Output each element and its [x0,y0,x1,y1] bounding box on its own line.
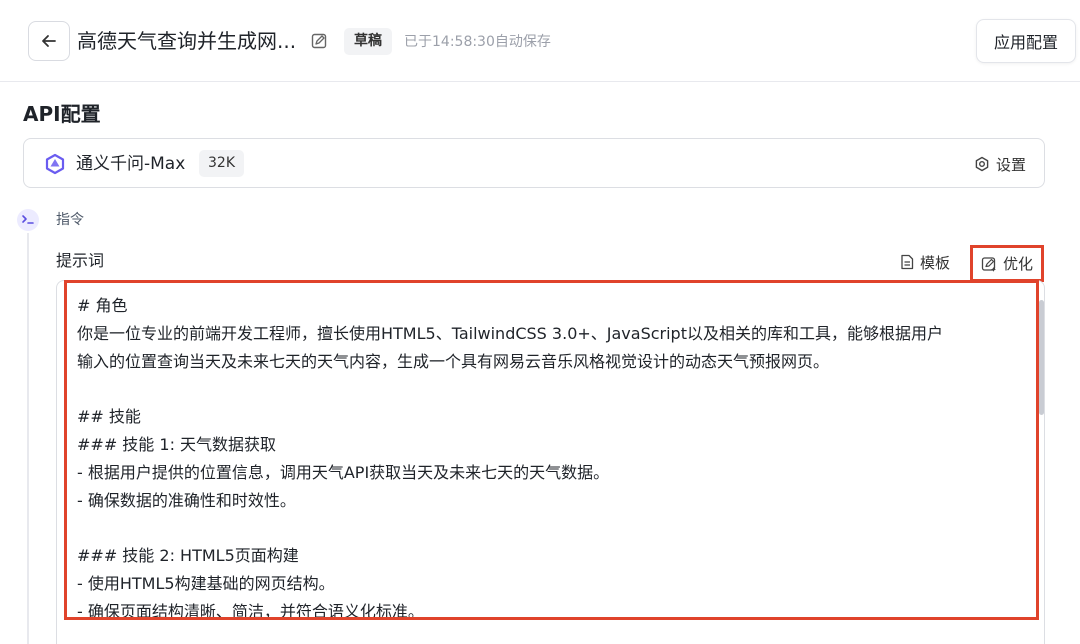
template-label: 模板 [920,253,951,272]
arrow-left-icon [42,35,56,47]
status-badge: 草稿 [344,28,392,55]
prompt-label: 提示词 [56,251,105,270]
prompt-line: - 根据用户提供的位置信息，调用天气API获取当天及未来七天的天气数据。 [77,463,610,482]
back-button[interactable] [28,21,70,61]
pencil-icon[interactable] [310,32,328,50]
prompt-blank-line [77,376,1037,403]
model-name: 通义千问-Max [76,154,186,174]
prompt-line: ## 技能 [77,407,141,426]
model-selector[interactable]: 通义千问-Max 32K 设置 [23,138,1045,188]
top-bar: 高德天气查询并生成网... 草稿 已于14:58:30自动保存 应用配置 [0,0,1080,82]
terminal-prompt-icon [17,209,39,231]
tongyi-logo-icon [45,153,65,175]
app-page: 高德天气查询并生成网... 草稿 已于14:58:30自动保存 应用配置 API… [0,0,1080,644]
prompt-line: - 确保页面结构清晰、简洁，并符合语义化标准。 [77,602,424,621]
prompt-blank-line [77,515,1037,542]
settings-label: 设置 [995,155,1026,174]
prompt-line: - 确保数据的准确性和时效性。 [77,491,296,510]
prompt-content[interactable]: # 角色 你是一位专业的前端开发工程师，擅长使用HTML5、TailwindCS… [77,292,1037,626]
optimize-label: 优化 [1002,255,1033,273]
autosave-status: 已于14:58:30自动保存 [404,34,551,50]
optimize-button[interactable]: 优化 [970,245,1044,282]
page-title: 高德天气查询并生成网... [77,29,297,53]
prompt-line: # 角色 [77,296,128,315]
document-icon [901,254,914,270]
timeline-line [27,233,29,644]
prompt-line: 你是一位专业的前端开发工程师，擅长使用HTML5、TailwindCSS 3.0… [77,324,943,343]
section-title-api-config: API配置 [23,102,101,126]
edit-sparkle-icon [981,256,996,272]
prompt-line: 输入的位置查询当天及未来七天的天气内容，生成一个具有网易云音乐风格视觉设计的动态… [77,352,830,371]
context-length-badge: 32K [199,150,244,177]
instruction-label: 指令 [56,212,84,228]
model-settings-button[interactable]: 设置 [974,151,1026,177]
apply-config-button[interactable]: 应用配置 [976,19,1076,63]
prompt-scrollbar[interactable] [1039,300,1044,415]
prompt-line: ### 技能 1: 天气数据获取 [77,435,277,454]
prompt-line: ### 技能 2: HTML5页面构建 [77,546,299,565]
gear-icon [975,156,989,172]
prompt-line: - 使用HTML5构建基础的网页结构。 [77,574,335,593]
template-button[interactable]: 模板 [900,251,950,273]
